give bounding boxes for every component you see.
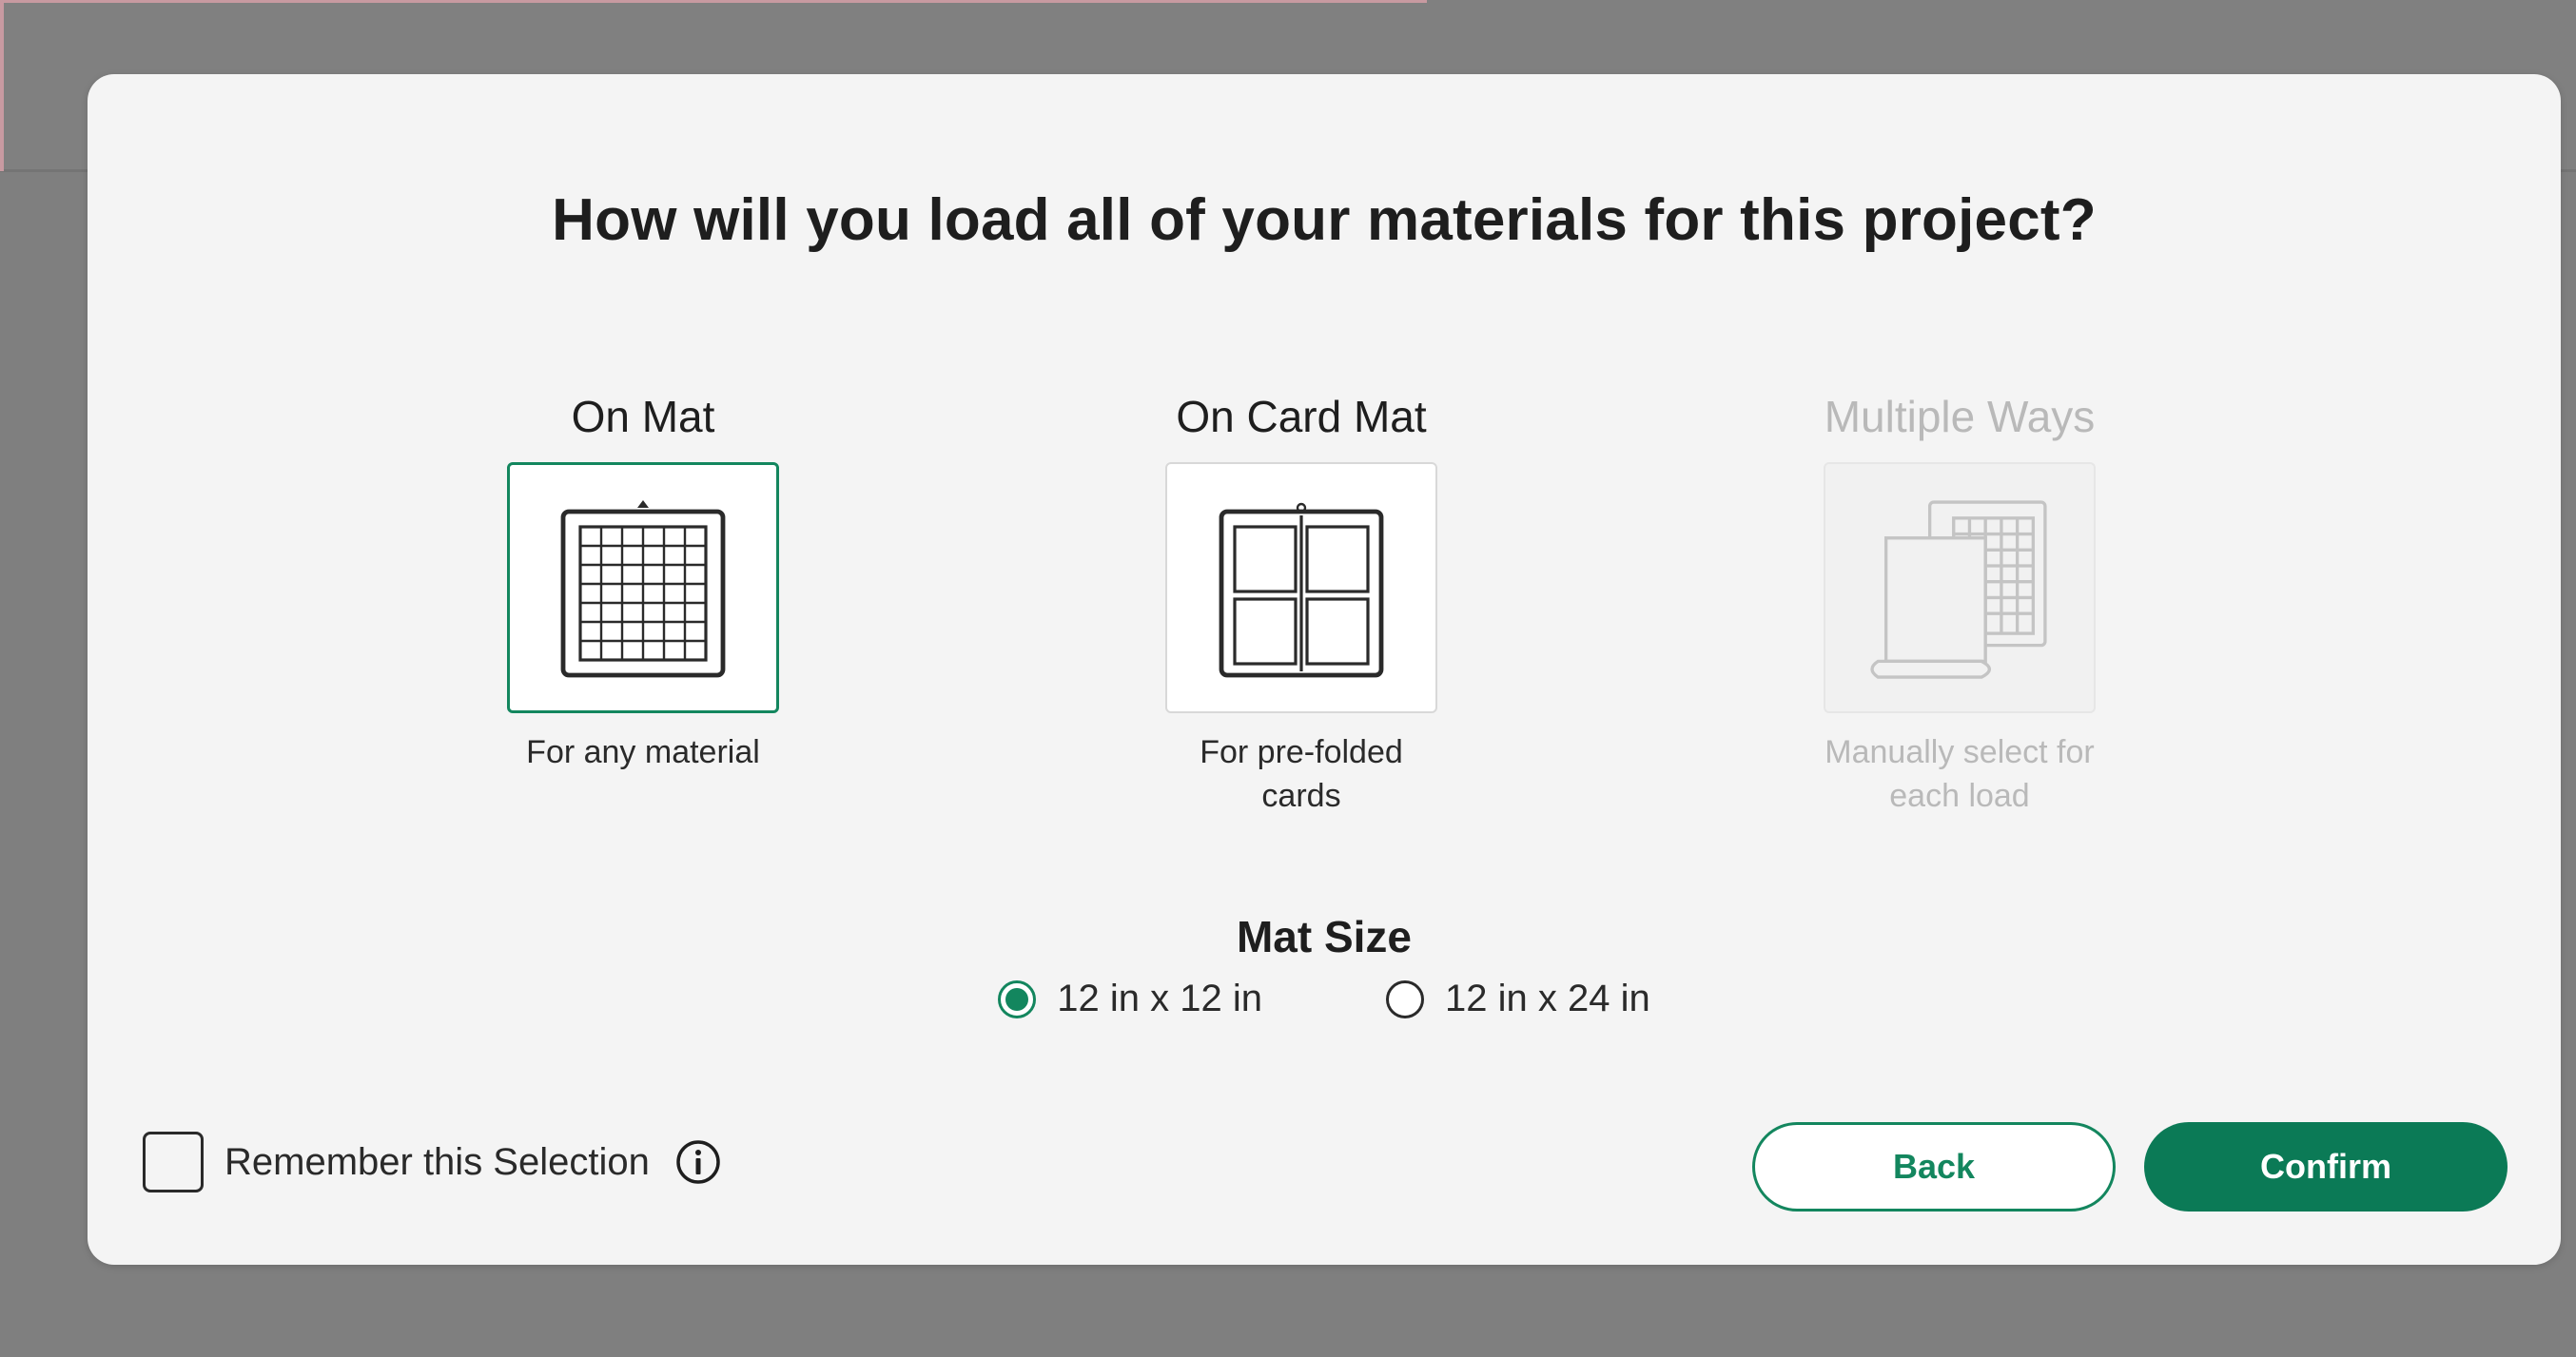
option-on-mat[interactable]: On Mat For any material (396, 378, 890, 774)
radio-button-checked[interactable] (998, 979, 1037, 1018)
option-title: Multiple Ways (1824, 392, 2096, 441)
radio-label: 12 in x 24 in (1445, 978, 1650, 1019)
background-edge (0, 0, 4, 171)
option-multiple-ways: Multiple Ways Manually select for each l… (1712, 378, 2207, 818)
card-mat-icon (1219, 502, 1384, 678)
option-title: On Card Mat (1176, 392, 1427, 441)
background-top-edge (0, 0, 1427, 3)
remember-checkbox[interactable] (143, 1132, 204, 1192)
radio-12x24[interactable]: 12 in x 24 in (1386, 978, 1650, 1020)
option-description: Manually select for each load (1825, 734, 2095, 814)
back-button[interactable]: Back (1752, 1122, 2116, 1212)
option-title: On Mat (571, 392, 715, 441)
dialog-title: How will you load all of your materials … (552, 187, 2097, 253)
radio-button-unchecked[interactable] (1386, 979, 1424, 1018)
option-card-on-mat[interactable] (507, 462, 779, 713)
mat-grid-icon (560, 500, 726, 678)
mat-size-title: Mat Size (1236, 912, 1413, 961)
multiple-ways-icon (1870, 500, 2047, 679)
option-card-multiple-ways (1824, 462, 2096, 713)
option-card-on-card-mat[interactable] (1165, 462, 1437, 713)
remember-selection: Remember this Selection (143, 1132, 722, 1192)
option-description: For any material (526, 734, 760, 770)
remember-label: Remember this Selection (224, 1140, 650, 1183)
load-materials-dialog: How will you load all of your materials … (88, 74, 2561, 1265)
radio-12x12[interactable]: 12 in x 12 in (998, 978, 1262, 1020)
option-on-card-mat[interactable]: On Card Mat For pre-folded cards (1054, 378, 1549, 818)
radio-label: 12 in x 12 in (1057, 978, 1262, 1019)
confirm-button[interactable]: Confirm (2144, 1122, 2508, 1212)
info-icon[interactable] (674, 1138, 722, 1186)
mat-size-radio-group: 12 in x 12 in 12 in x 24 in (88, 978, 2561, 1020)
option-description: For pre-folded cards (1200, 734, 1403, 814)
